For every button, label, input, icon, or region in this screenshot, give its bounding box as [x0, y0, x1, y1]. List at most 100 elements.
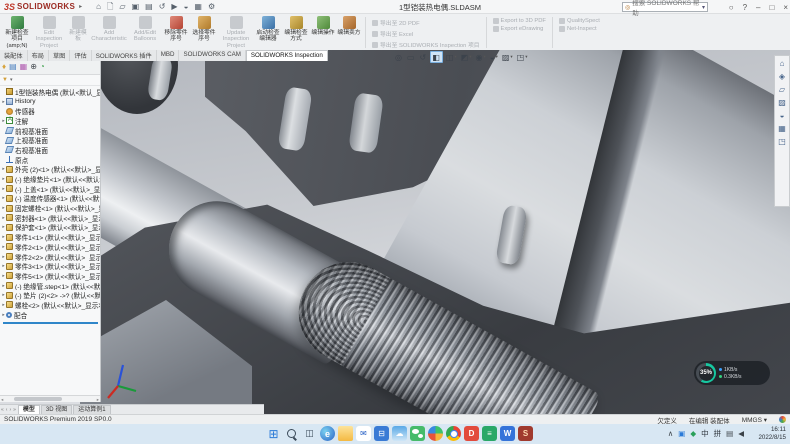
tree-item[interactable]: ▸ 零件2<1> (默认<<默认>_显示状	[1, 242, 100, 252]
graphics-viewport[interactable]: ◎ ▭ ↺ ◧ ◫ ▾ ◩	[0, 50, 790, 414]
tray-icon[interactable]: ∧	[668, 426, 674, 441]
scroll-right-icon[interactable]: ▸	[97, 396, 99, 402]
export-menu-item[interactable]: QualitySpect	[559, 18, 600, 24]
tree-item[interactable]: ▸ (-) 温度传感器<1> (默认<<默认>_	[1, 194, 100, 204]
tray-icon[interactable]: ◆	[690, 426, 696, 441]
taskbar-app-icon[interactable]	[284, 426, 299, 441]
tree-filter-row[interactable]: ▼ ▾	[0, 75, 100, 86]
taskbar-app-icon[interactable]: ☁	[392, 426, 407, 441]
quick-access-icon[interactable]: ▣	[132, 2, 140, 12]
heads-up-tool[interactable]: ↺	[419, 51, 429, 63]
tree-item[interactable]: ▸ 固定螺栓<1> (默认<<默认>_显示	[1, 203, 100, 213]
search-input[interactable]: 搜索 SOLIDWORKS 帮助	[632, 0, 702, 17]
help-swirl-icon[interactable]	[779, 416, 786, 423]
units-selector[interactable]: MMGS ▾	[742, 416, 767, 424]
quick-access-icon[interactable]: ↺	[159, 2, 166, 12]
export-menu-item[interactable]: Net-Inspect	[559, 26, 600, 32]
model-view-tab[interactable]: 3D 视图	[41, 405, 72, 414]
scroll-left-icon[interactable]: ◂	[1, 396, 3, 402]
ribbon-button[interactable]: Edit Inspection Project	[33, 15, 65, 50]
command-tab[interactable]: 评估	[70, 50, 91, 61]
export-menu-item[interactable]: 导出至 2D PDF	[372, 18, 480, 27]
tree-item[interactable]: ▸ 注解	[1, 116, 100, 126]
window-control[interactable]: ×	[783, 3, 788, 12]
window-control[interactable]: ○	[729, 3, 734, 12]
heads-up-tool[interactable]: ▭	[406, 51, 417, 63]
tree-horizontal-scrollbar[interactable]: ◂ ▸	[0, 395, 100, 402]
ribbon-button[interactable]: 启动检查编辑器	[255, 15, 281, 50]
quick-access-icon[interactable]: ▱	[119, 2, 125, 12]
tree-item[interactable]: ▸ (-) 垫片 (2)<2> ->? (默认<<默认	[1, 290, 100, 300]
taskbar-clock[interactable]: 16:11 2022/8/15	[758, 426, 786, 441]
panel-tab-icon[interactable]: ♦	[2, 62, 6, 72]
quick-access-icon[interactable]: ▶	[171, 2, 177, 12]
taskbar-app-icon[interactable]	[410, 426, 425, 441]
tree-item[interactable]: ▸ 保护套<1> (默认<<默认>_显示状	[1, 223, 100, 233]
tree-item[interactable]: 前视基准面	[1, 126, 100, 136]
task-pane-tab[interactable]: ▱	[779, 85, 785, 94]
panel-tab-icon[interactable]: ▤	[9, 62, 17, 72]
export-menu-item[interactable]: 导出至 SOLIDWORKS Inspection 项目	[372, 40, 480, 49]
performance-overlay[interactable]: 35% 1KB/s 0.3KB/s	[694, 361, 770, 385]
heads-up-tool[interactable]: ◎	[394, 51, 404, 63]
taskbar-app-icon[interactable]: ✉	[356, 426, 371, 441]
quick-access-icon[interactable]: ▤	[145, 2, 153, 12]
tree-item[interactable]: ▸ 零件2<2> (默认<<默认>_显示状	[1, 252, 100, 262]
tree-item[interactable]: 原点	[1, 155, 100, 165]
ribbon-button[interactable]: 编辑检查方式	[283, 15, 309, 50]
task-pane-tab[interactable]: ◒	[780, 111, 785, 120]
heads-up-tool[interactable]: ◉ ▾	[474, 51, 486, 63]
heads-up-tool[interactable]: ◫ ▾	[445, 51, 458, 63]
heads-up-tool[interactable]: ▨ ▾	[501, 51, 514, 63]
tree-item[interactable]: ▸ 外壳 (2)<1> (默认<<默认>_显示状	[1, 165, 100, 175]
search-box[interactable]: ◎ 搜索 SOLIDWORKS 帮助 ▾	[622, 2, 708, 12]
taskbar-app-icon[interactable]: D	[464, 426, 479, 441]
taskbar-app-icon[interactable]: W	[500, 426, 515, 441]
ribbon-button[interactable]: 选择零件序号	[191, 15, 217, 50]
command-tab[interactable]: 装配体	[0, 50, 28, 61]
ribbon-button[interactable]: Update Inspection Project	[219, 15, 253, 50]
quick-access-icon[interactable]: ◒	[184, 2, 189, 12]
command-tab[interactable]: SOLIDWORKS 插件	[92, 50, 157, 61]
ribbon-button[interactable]: 编辑卖方	[337, 15, 361, 50]
taskbar-app-icon[interactable]	[428, 426, 443, 441]
tree-item[interactable]: ▸ 零件1<1> (默认<<默认>_显示状态	[1, 232, 100, 242]
ribbon-button[interactable]: 移除零件序号	[163, 15, 189, 50]
tree-item[interactable]: 右视基准面	[1, 145, 100, 155]
ribbon-button[interactable]: 编辑操作	[311, 15, 335, 50]
tree-item[interactable]: ▸ 密封器<1> (默认<<默认>_显示状	[1, 213, 100, 223]
scrollbar-thumb[interactable]	[14, 397, 62, 401]
tree-item[interactable]: 上视基准面	[1, 135, 100, 145]
tray-icon[interactable]: 拼	[714, 426, 722, 441]
export-menu-item[interactable]: Export to 3D PDF	[493, 18, 546, 24]
panel-tab-icon[interactable]: ◔	[40, 62, 45, 72]
model-view-tab[interactable]: 运动算例1	[73, 405, 110, 414]
taskbar-app-icon[interactable]: ⊞	[266, 426, 281, 441]
heads-up-tool[interactable]: ◩ ▾	[460, 51, 473, 63]
command-tab[interactable]: 布局	[28, 50, 49, 61]
task-pane-tab[interactable]: ◈	[779, 72, 785, 81]
tree-item[interactable]: ▸ (-) 绝缘管.step<1> (默认<<默认>	[1, 281, 100, 291]
tree-item[interactable]: ▸ 零件3<1> (默认<<默认>_显示状	[1, 261, 100, 271]
tray-icon[interactable]: 中	[701, 426, 709, 441]
tree-item[interactable]: ▸ 螺栓<2> (默认<<默认>_显示状态	[1, 300, 100, 310]
ribbon-button[interactable]: Add Characteristic	[91, 15, 127, 50]
tree-root-item[interactable]: 1型铠装热电偶 (默认<默认_显示状态-1	[1, 87, 100, 97]
task-pane-tab[interactable]: ⌂	[780, 59, 785, 68]
command-tab[interactable]: SOLIDWORKS Inspection	[246, 50, 328, 61]
filter-caret-icon[interactable]: ▾	[10, 77, 13, 83]
quick-access-icon[interactable]: ⌂	[96, 2, 101, 12]
window-control[interactable]: ?	[743, 3, 747, 12]
tree-item[interactable]: ▸ 零件5<1> (默认<<默认>_显示状	[1, 271, 100, 281]
panel-tab-icon[interactable]: ⊕	[30, 62, 37, 72]
window-control[interactable]: –	[756, 3, 760, 12]
rollback-bar[interactable]	[3, 322, 98, 324]
command-tab[interactable]: 草图	[49, 50, 70, 61]
tray-icon[interactable]: ▣	[678, 426, 685, 441]
taskbar-app-icon[interactable]: e	[320, 426, 335, 441]
window-control[interactable]: □	[769, 3, 774, 12]
panel-tab-icon[interactable]: ▦	[20, 62, 28, 72]
task-pane-tab[interactable]: ◳	[778, 137, 786, 146]
task-pane-tab[interactable]: ▨	[778, 98, 786, 107]
ribbon-button[interactable]: 新建检查项目 (amp;N)	[3, 15, 31, 50]
